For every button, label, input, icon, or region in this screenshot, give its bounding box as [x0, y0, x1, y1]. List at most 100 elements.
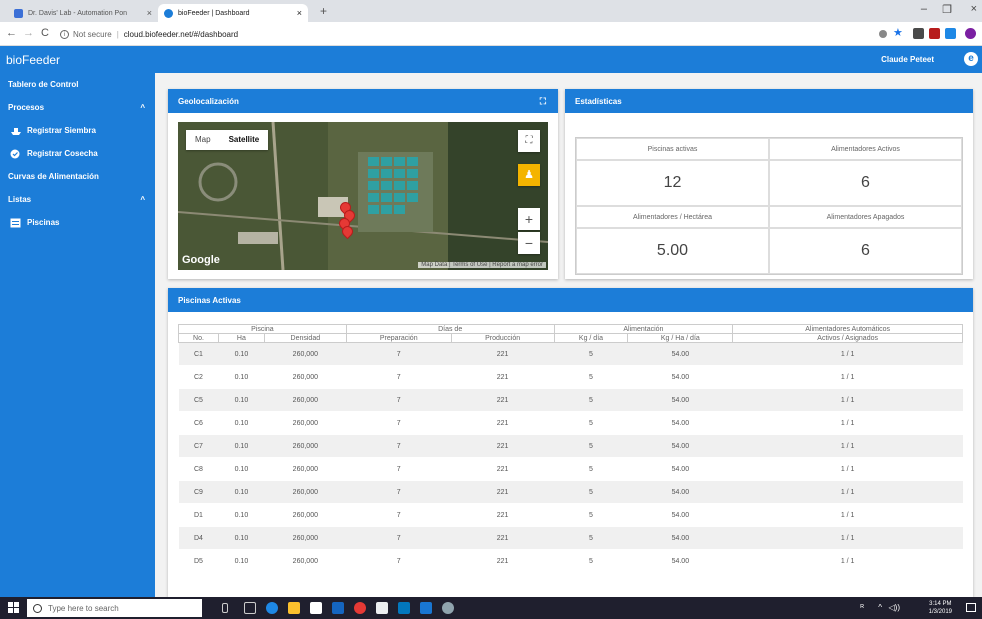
chevron-up-icon[interactable]: ^: [878, 603, 882, 612]
volume-icon[interactable]: ◁)): [889, 603, 900, 612]
map-attribution[interactable]: Map Data | Terms of Use | Report a map e…: [418, 262, 546, 268]
satellite-map[interactable]: Map Satellite ⛶ ♟ + − Google Map Data | …: [178, 122, 548, 270]
fullscreen-icon[interactable]: ⛶: [540, 96, 546, 107]
card-title: Estadísticas: [575, 96, 622, 106]
column-header[interactable]: Activos / Asignados: [732, 333, 963, 343]
table-cell: 0.10: [218, 365, 265, 389]
sidebar-item-piscinas[interactable]: Piscinas: [0, 211, 155, 234]
stat-value-alimentadores-hectarea: 5.00: [576, 228, 769, 274]
sidebar-item-label: Tablero de Control: [8, 80, 79, 89]
table-row[interactable]: C7 0.10 260,000 7 221 5 54.00 1 / 1: [178, 434, 963, 458]
lab-favicon-icon: [14, 8, 23, 18]
extension-icon[interactable]: [945, 28, 956, 39]
map-type-satellite[interactable]: Satellite: [220, 130, 269, 150]
sidebar-item-tablero[interactable]: Tablero de Control: [0, 73, 155, 96]
edge-browser-icon[interactable]: [266, 602, 278, 614]
table-cell: 7: [346, 388, 452, 412]
windows-start-icon[interactable]: [8, 602, 19, 613]
browser-tab-lab[interactable]: Dr. Davis' Lab - Automation Pon ×: [8, 4, 158, 22]
restore-button[interactable]: ❐: [942, 3, 952, 16]
forward-button[interactable]: →: [23, 27, 34, 39]
table-cell: 5: [554, 549, 628, 573]
active-pools-card: Piscinas Activas Piscina Días de Aliment…: [168, 288, 973, 597]
card-header: Geolocalización ⛶: [168, 89, 558, 113]
minimize-button[interactable]: –: [921, 3, 927, 15]
key-icon[interactable]: [879, 30, 887, 38]
map-type-map[interactable]: Map: [186, 130, 220, 150]
zoom-in-button[interactable]: +: [518, 208, 540, 230]
table-row[interactable]: C9 0.10 260,000 7 221 5 54.00 1 / 1: [178, 480, 963, 504]
reload-button[interactable]: C: [41, 27, 49, 39]
extension-icon[interactable]: [913, 28, 924, 39]
table-cell: 54.00: [627, 388, 733, 412]
star-icon[interactable]: ★: [893, 26, 904, 39]
user-account-icon[interactable]: e: [964, 52, 978, 66]
column-header[interactable]: Kg / día: [553, 333, 629, 343]
system-clock[interactable]: 3:14 PM 1/3/2019: [929, 600, 952, 616]
table-cell: 7: [346, 480, 452, 504]
table-row[interactable]: C2 0.10 260,000 7 221 5 54.00 1 / 1: [178, 365, 963, 389]
notifications-icon[interactable]: [966, 603, 976, 612]
column-header[interactable]: Producción: [450, 333, 555, 343]
column-header[interactable]: Ha: [217, 333, 265, 343]
table-row[interactable]: C6 0.10 260,000 7 221 5 54.00 1 / 1: [178, 411, 963, 435]
pools-table-body: C1 0.10 260,000 7 221 5 54.00 1 / 1 C2 0.10 260,00…: [178, 342, 963, 573]
security-label: Not secure: [73, 29, 112, 39]
stat-label-alimentadores-apagados: Alimentadores Apagados: [769, 206, 962, 228]
people-icon[interactable]: ᴿ: [860, 603, 864, 612]
outlook-icon[interactable]: [398, 602, 410, 614]
column-header[interactable]: Kg / Ha / día: [627, 333, 734, 343]
table-cell: 7: [346, 549, 452, 573]
url-text[interactable]: cloud.biofeeder.net/#/dashboard: [124, 30, 238, 39]
user-name[interactable]: Claude Peteet: [881, 55, 934, 64]
table-row[interactable]: C1 0.10 260,000 7 221 5 54.00 1 / 1: [178, 342, 963, 366]
column-header[interactable]: No.: [178, 333, 219, 343]
column-header[interactable]: Preparación: [345, 333, 452, 343]
column-header[interactable]: Densidad: [263, 333, 347, 343]
table-cell: 5: [554, 457, 628, 481]
tab-close-icon[interactable]: ×: [147, 8, 152, 18]
table-row[interactable]: C5 0.10 260,000 7 221 5 54.00 1 / 1: [178, 388, 963, 412]
table-cell: 5: [554, 480, 628, 504]
store-icon[interactable]: [310, 602, 322, 614]
taskbar-search-box[interactable]: Type here to search: [27, 599, 202, 617]
table-row[interactable]: D5 0.10 260,000 7 221 5 54.00 1 / 1: [178, 549, 963, 573]
info-icon[interactable]: i: [60, 29, 69, 39]
map-fullscreen-button[interactable]: ⛶: [518, 130, 540, 152]
extension-icon[interactable]: [929, 28, 940, 39]
table-cell: 260,000: [264, 342, 347, 366]
table-cell: 260,000: [264, 365, 347, 389]
table-row[interactable]: D1 0.10 260,000 7 221 5 54.00 1 / 1: [178, 503, 963, 527]
word-icon[interactable]: [420, 602, 432, 614]
table-row[interactable]: D4 0.10 260,000 7 221 5 54.00 1 / 1: [178, 526, 963, 550]
chrome-icon[interactable]: [354, 602, 366, 614]
profile-avatar[interactable]: [965, 28, 976, 39]
sidebar-item-registrar-siembra[interactable]: Registrar Siembra: [0, 119, 155, 142]
sidebar-item-registrar-cosecha[interactable]: Registrar Cosecha: [0, 142, 155, 165]
browser-tab-biofeeder[interactable]: bioFeeder | Dashboard ×: [158, 4, 308, 22]
table-cell: 1 / 1: [732, 342, 963, 366]
task-view-icon[interactable]: [244, 602, 256, 614]
sidebar-item-listas[interactable]: Listas ^: [0, 188, 155, 211]
street-view-pegman-icon[interactable]: ♟: [518, 164, 540, 186]
table-cell: 1 / 1: [732, 365, 963, 389]
table-cell: C5: [178, 388, 219, 412]
file-explorer-icon[interactable]: [288, 602, 300, 614]
brand-logo[interactable]: bioFeeder: [6, 53, 60, 67]
main-content: Geolocalización ⛶ Map Satellite ⛶ ♟ + − …: [155, 73, 982, 597]
table-cell: 5: [554, 526, 628, 550]
microphone-icon[interactable]: [222, 603, 228, 613]
sidebar-item-curvas[interactable]: Curvas de Alimentación: [0, 165, 155, 188]
mail-icon[interactable]: [376, 602, 388, 614]
clock-time: 3:14 PM: [929, 601, 952, 607]
app-icon[interactable]: [332, 602, 344, 614]
tab-close-icon[interactable]: ×: [297, 8, 302, 18]
back-button[interactable]: ←: [6, 27, 17, 39]
table-row[interactable]: C8 0.10 260,000 7 221 5 54.00 1 / 1: [178, 457, 963, 481]
close-window-button[interactable]: ×: [971, 3, 977, 15]
address-bar[interactable]: i Not secure | cloud.biofeeder.net/#/das…: [60, 26, 830, 42]
new-tab-button[interactable]: +: [320, 4, 327, 18]
zoom-out-button[interactable]: −: [518, 232, 540, 254]
app-icon[interactable]: [442, 602, 454, 614]
sidebar-item-procesos[interactable]: Procesos ^: [0, 96, 155, 119]
